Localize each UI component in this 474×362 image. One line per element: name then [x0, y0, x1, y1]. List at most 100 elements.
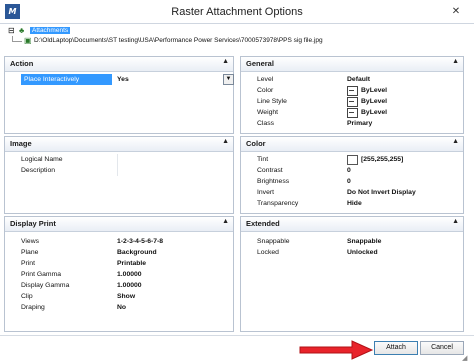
attachment-tree: ⊟ ♣ Attachments ▣ D:\OldLaptop\Documents…	[4, 25, 470, 53]
property-value: ByLevel	[361, 98, 388, 105]
collapse-tree-icon[interactable]: ⊟	[8, 26, 15, 36]
panel-general-title: General	[246, 59, 274, 68]
property-value: 1.00000	[117, 282, 142, 289]
line-style-icon	[347, 97, 358, 107]
panel-color: Color ▲ Tint [255,255,255] Contrast 0 Br…	[240, 136, 464, 214]
dialog-footer: Attach Cancel ◢	[0, 335, 474, 362]
property-label: Class	[257, 120, 274, 127]
property-row[interactable]: Invert Do Not Invert Display	[255, 187, 462, 198]
property-label: Color	[257, 87, 274, 94]
property-value: Yes	[117, 76, 129, 83]
property-value: Unlocked	[347, 249, 378, 256]
property-row[interactable]: Transparency Hide	[255, 198, 462, 209]
collapse-up-icon[interactable]: ▲	[452, 138, 459, 145]
property-value: Background	[117, 249, 157, 256]
property-row[interactable]: Snappable Snappable	[255, 236, 462, 247]
collapse-up-icon[interactable]: ▲	[452, 218, 459, 225]
property-value: No	[117, 304, 127, 311]
panel-general-header[interactable]: General ▲	[241, 57, 463, 72]
property-row[interactable]: Draping No	[19, 302, 232, 313]
property-row[interactable]: Level Default	[255, 74, 462, 85]
attach-button[interactable]: Attach	[374, 341, 418, 355]
property-row[interactable]: Logical Name	[19, 154, 232, 165]
property-value: 0	[347, 167, 351, 174]
property-value: 1.00000	[117, 271, 142, 278]
property-row[interactable]: Line Style ByLevel	[255, 96, 462, 107]
tree-connector	[12, 41, 22, 42]
tint-swatch-icon	[347, 155, 358, 165]
property-row[interactable]: Print Printable	[19, 258, 232, 269]
property-row[interactable]: Print Gamma 1.00000	[19, 269, 232, 280]
collapse-up-icon[interactable]: ▲	[452, 58, 459, 65]
property-value: Do Not Invert Display	[347, 189, 416, 196]
collapse-up-icon[interactable]: ▲	[222, 218, 229, 225]
close-button[interactable]: ✕	[445, 5, 467, 19]
panel-general: General ▲ Level Default Color ByLevel Li…	[240, 56, 464, 134]
property-value: Show	[117, 293, 136, 300]
collapse-up-icon[interactable]: ▲	[222, 58, 229, 65]
property-label: Level	[257, 76, 274, 83]
property-label: Clip	[21, 293, 33, 300]
property-label: Print Gamma	[21, 271, 62, 278]
panel-action: Action ▲ Place Interactively Yes ▼	[4, 56, 234, 134]
property-label: Contrast	[257, 167, 283, 174]
attachments-icon: ♣	[19, 26, 25, 35]
property-row[interactable]: Place Interactively Yes ▼	[19, 74, 234, 85]
property-value: Primary	[347, 120, 373, 127]
color-swatch-icon	[347, 86, 358, 96]
panel-extended-title: Extended	[246, 219, 280, 228]
property-value: 0	[347, 178, 351, 185]
property-row[interactable]: Color ByLevel	[255, 85, 462, 96]
property-row[interactable]: Tint [255,255,255]	[255, 154, 462, 165]
property-label: Locked	[257, 249, 279, 256]
dropdown-arrow-icon[interactable]: ▼	[223, 74, 234, 85]
panel-image: Image ▲ Logical Name Description	[4, 136, 234, 214]
property-value: [255,255,255]	[361, 156, 404, 163]
property-value: Printable	[117, 260, 147, 267]
property-value: 1-2-3-4-5-6-7-8	[117, 238, 164, 245]
property-value: Default	[347, 76, 371, 83]
property-row[interactable]: Contrast 0	[255, 165, 462, 176]
property-label: Description	[21, 167, 55, 174]
property-value: Hide	[347, 200, 362, 207]
property-label: Logical Name	[21, 156, 63, 163]
property-row[interactable]: Locked Unlocked	[255, 247, 462, 258]
panel-display-print-header[interactable]: Display Print ▲	[5, 217, 233, 232]
panel-action-title: Action	[10, 59, 34, 68]
property-label: Place Interactively	[21, 74, 112, 85]
property-label: Brightness	[257, 178, 290, 185]
image-file-icon: ▣	[24, 36, 32, 45]
panel-display-print: Display Print ▲ Views 1-2-3-4-5-6-7-8 Pl…	[4, 216, 234, 332]
property-label: Weight	[257, 109, 279, 116]
tree-root-attachments[interactable]: Attachments	[30, 27, 71, 34]
panel-image-title: Image	[10, 139, 32, 148]
property-value: Snappable	[347, 238, 382, 245]
panel-color-header[interactable]: Color ▲	[241, 137, 463, 152]
property-row[interactable]: Description	[19, 165, 232, 176]
property-row[interactable]: Class Primary	[255, 118, 462, 129]
property-label: Invert	[257, 189, 274, 196]
red-arrow-icon	[299, 340, 374, 360]
property-row[interactable]: Brightness 0	[255, 176, 462, 187]
cancel-button[interactable]: Cancel	[420, 341, 464, 355]
property-label: Snappable	[257, 238, 290, 245]
property-label: Transparency	[257, 200, 299, 207]
column-divider	[117, 165, 118, 176]
panel-image-header[interactable]: Image ▲	[5, 137, 233, 152]
title-bar: M Raster Attachment Options ✕	[0, 0, 474, 24]
window-title: Raster Attachment Options	[171, 6, 303, 18]
collapse-up-icon[interactable]: ▲	[222, 138, 229, 145]
panel-display-print-title: Display Print	[10, 219, 56, 228]
property-label: Tint	[257, 156, 269, 163]
panel-action-header[interactable]: Action ▲	[5, 57, 233, 72]
property-row[interactable]: Display Gamma 1.00000	[19, 280, 232, 291]
column-divider	[117, 154, 118, 165]
property-row[interactable]: Plane Background	[19, 247, 232, 258]
panel-extended-header[interactable]: Extended ▲	[241, 217, 463, 232]
property-row[interactable]: Views 1-2-3-4-5-6-7-8	[19, 236, 232, 247]
property-label: Display Gamma	[21, 282, 70, 289]
property-row[interactable]: Clip Show	[19, 291, 232, 302]
property-row[interactable]: Weight ByLevel	[255, 107, 462, 118]
property-label: Draping	[21, 304, 45, 311]
tree-child-file-path[interactable]: D:\OldLaptop\Documents\ST testing\USA\Pe…	[34, 36, 323, 46]
